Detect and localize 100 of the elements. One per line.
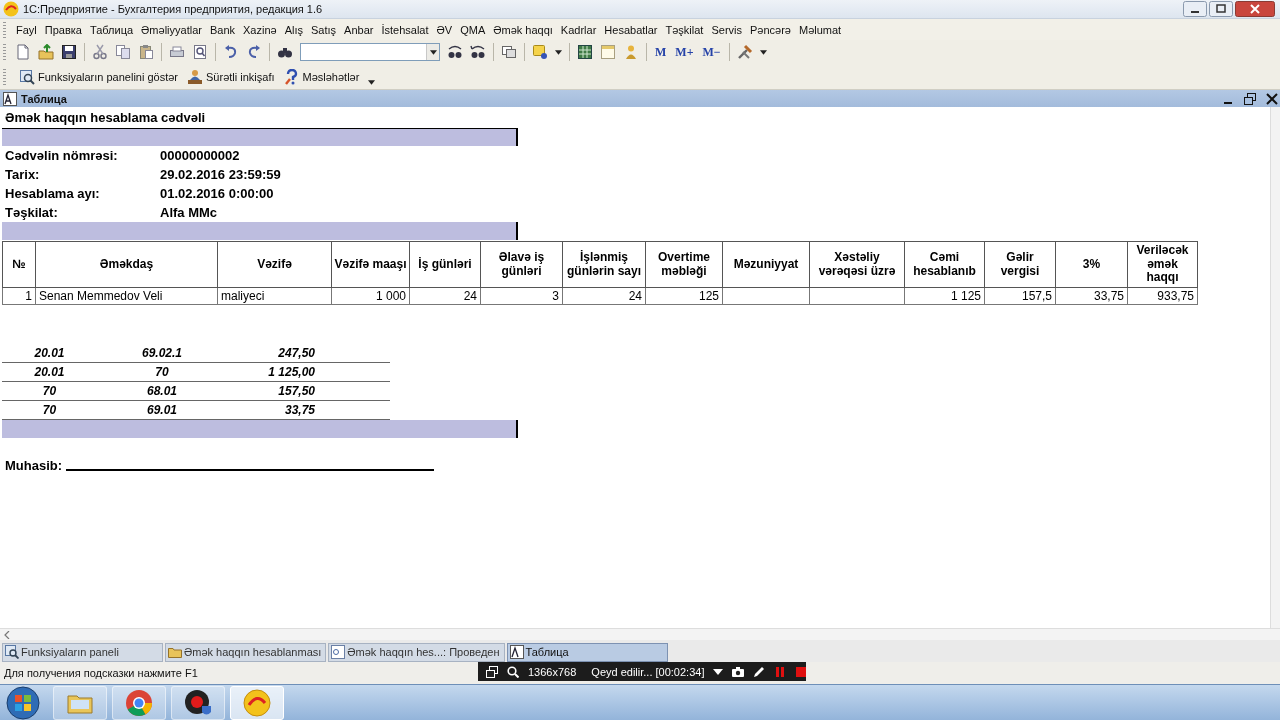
minimize-icon[interactable] <box>1183 1 1207 17</box>
field-value: 00000000002 <box>160 148 240 163</box>
scissors-icon[interactable] <box>92 44 108 60</box>
dropdown-caret-icon[interactable] <box>429 49 437 55</box>
memory-button[interactable]: M <box>654 44 668 60</box>
pencil-icon[interactable] <box>753 665 766 678</box>
taskbar-button[interactable] <box>171 685 225 720</box>
field-label: Tarix: <box>5 167 41 182</box>
memory-subtract-button[interactable]: M− <box>701 44 722 60</box>
close-icon[interactable] <box>1265 91 1279 106</box>
stop-icon[interactable] <box>795 665 808 678</box>
printer-icon[interactable] <box>169 44 185 60</box>
menu-item[interactable]: Правка <box>40 23 86 36</box>
window-tab[interactable]: Funksiyaların paneli <box>2 642 163 662</box>
entry-cell-text: 20.01 <box>33 365 66 379</box>
menu-item[interactable]: Alış <box>280 23 307 36</box>
column-header: Cəmi hesablanıb <box>904 241 985 288</box>
question-pencil-icon <box>283 68 300 85</box>
undo-arrow-icon[interactable] <box>223 44 239 60</box>
start-button[interactable] <box>4 685 42 720</box>
window-tab[interactable]: Əmək haqqın hesablanması <box>165 642 327 662</box>
redo-arrow-icon[interactable] <box>246 44 262 60</box>
entry-cell-text: 247,50 <box>277 346 315 360</box>
column-header: Overtime məbləği <box>645 241 723 288</box>
field-value: 01.02.2016 0:00:00 <box>160 186 274 201</box>
clipboard-icon[interactable] <box>138 44 154 60</box>
menu-item[interactable]: İstehsalat <box>377 23 433 36</box>
menu-item[interactable]: Təşkilat <box>661 23 708 36</box>
app-logo-icon <box>243 688 271 717</box>
menu-item[interactable]: Xazinə <box>239 23 281 36</box>
start-orb-icon <box>6 685 40 720</box>
column-header: Əlavə iş günləri <box>480 241 563 288</box>
person-at-desk-icon <box>187 68 204 85</box>
menu-item[interactable]: Kadrlar <box>556 23 601 36</box>
window-tab[interactable]: Əmək haqqın hes...: Проведен <box>328 642 505 662</box>
find-next-icon[interactable] <box>447 44 463 60</box>
field-label: Təşkilat: <box>5 205 59 220</box>
menu-item[interactable]: Anbar <box>340 23 378 36</box>
maximize-icon[interactable] <box>1209 1 1233 17</box>
horizontal-scrollbar[interactable] <box>0 628 1280 640</box>
toolbar-button[interactable]: Funksiyaların panelini göstər <box>17 68 181 85</box>
caret-icon[interactable] <box>368 80 376 85</box>
column-header: Vəzifə maaşı <box>331 241 410 288</box>
folder-arrow-icon[interactable] <box>38 44 54 60</box>
entry-cell-text: 20.01 <box>33 346 66 360</box>
menu-item[interactable]: Bank <box>205 23 239 36</box>
page-magnifier-icon[interactable] <box>192 44 208 60</box>
save-icon[interactable] <box>61 44 77 60</box>
menu-item[interactable]: Таблица <box>85 23 138 36</box>
new-document-icon[interactable] <box>15 44 31 60</box>
table-cell: maliyeci <box>217 287 332 305</box>
search-combo-field[interactable] <box>300 43 440 61</box>
signature-label: Muhasib: <box>5 458 63 473</box>
column-header: Xəstəliy vərəqəsi üzrə <box>809 241 905 288</box>
menu-item[interactable]: QMA <box>456 23 490 36</box>
recording-status: Qeyd edilir... [00:02:34] <box>591 665 705 678</box>
pause-icon[interactable] <box>774 665 787 678</box>
menu-item[interactable]: ƏV <box>432 23 457 36</box>
menu-grip[interactable] <box>3 21 6 38</box>
menu-item[interactable]: Hesabatlar <box>600 23 662 36</box>
table-cell: 33,75 <box>1055 287 1128 305</box>
menu-item[interactable]: Fayl <box>12 23 41 36</box>
overlapping-windows-icon[interactable] <box>501 44 517 60</box>
menu-item[interactable]: Pəncərə <box>746 23 795 36</box>
entry-cell-text: 68.01 <box>146 384 178 398</box>
menu-item[interactable]: Əməliyyatlar <box>137 23 206 36</box>
table-cell: 3 <box>480 287 563 305</box>
camera-icon[interactable] <box>732 665 745 678</box>
resolution-text: 1366x768 <box>528 665 577 678</box>
memory-add-button[interactable]: M+ <box>674 44 695 60</box>
restore-icon[interactable] <box>1243 91 1257 106</box>
copy-icon[interactable] <box>115 44 131 60</box>
close-icon[interactable] <box>1235 1 1275 17</box>
entry-cell-text: 157,50 <box>277 384 315 398</box>
note-icon[interactable] <box>532 44 548 60</box>
menu-item[interactable]: Servis <box>707 23 746 36</box>
menu-item[interactable]: Satış <box>307 23 341 36</box>
table-cell: 1 <box>2 287 36 305</box>
field-label: Hesablama ayı: <box>5 186 101 201</box>
caret-icon[interactable] <box>759 49 767 55</box>
column-header: 3% <box>1055 241 1128 288</box>
column-header: Veriləcək əmək haqqı <box>1127 241 1198 288</box>
toolbar-button[interactable]: Sürətli inkişafı <box>185 68 277 85</box>
toolbar-grip[interactable] <box>3 44 6 60</box>
caret-icon[interactable] <box>555 49 562 55</box>
find-previous-icon[interactable] <box>470 44 486 60</box>
window-icon[interactable] <box>486 665 498 678</box>
folder-icon <box>168 645 182 659</box>
tricolor-circle-icon <box>125 688 153 717</box>
menu-item[interactable]: Məlumat <box>795 23 846 36</box>
toolbar-grip[interactable] <box>3 68 6 85</box>
vertical-scrollbar[interactable] <box>1270 107 1280 628</box>
column-header: № <box>2 241 36 288</box>
spreadsheet-icon[interactable] <box>577 44 593 60</box>
toolbar-button[interactable]: Məsləhətlər <box>281 68 362 85</box>
caret-icon[interactable] <box>713 668 724 675</box>
menu-item[interactable]: Əmək haqqı <box>489 23 557 36</box>
tools-icon[interactable] <box>736 44 753 60</box>
window-tab[interactable]: Таблица <box>506 642 668 662</box>
search-icon[interactable] <box>507 665 519 678</box>
